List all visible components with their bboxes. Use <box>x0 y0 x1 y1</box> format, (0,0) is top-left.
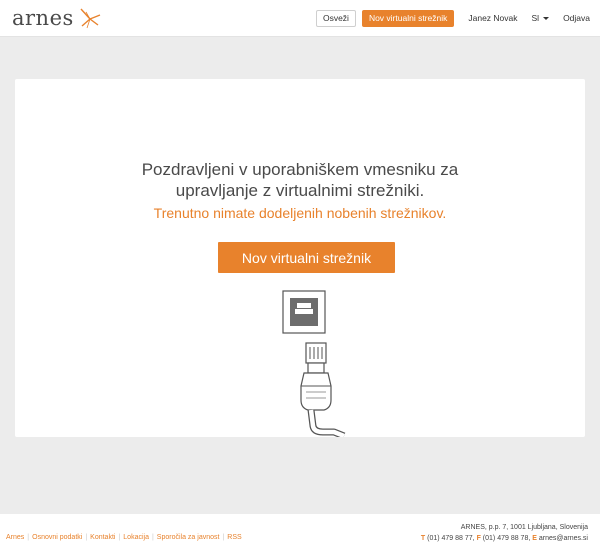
chevron-down-icon <box>543 16 550 20</box>
refresh-button[interactable]: Osveži <box>315 9 356 27</box>
divider: | <box>27 534 30 541</box>
divider: | <box>151 534 154 541</box>
welcome-line-2: upravljanje z virtualnimi strežniki. <box>175 181 425 200</box>
language-dropdown[interactable]: Sl <box>532 13 550 23</box>
no-servers-message: Trenutno nimate dodeljenih nobenih strež… <box>153 205 447 221</box>
footer-link-basic-info[interactable]: Osnovni podatki <box>32 534 82 541</box>
fax-label: F <box>476 535 481 542</box>
footer-link-press[interactable]: Sporočila za javnost <box>157 534 220 541</box>
footer-link-location[interactable]: Lokacija <box>123 534 149 541</box>
footer-link-rss[interactable]: RSS <box>227 534 241 541</box>
arnes-logo[interactable]: arnes <box>12 5 102 31</box>
logout-link[interactable]: Odjava <box>563 13 590 23</box>
email-label: E <box>532 535 537 542</box>
fax-number: (01) 479 88 78, <box>482 535 531 542</box>
top-navigation: Osveži Nov virtualni strežnik Janez Nova… <box>315 9 590 27</box>
welcome-heading: Pozdravljeni v uporabniškem vmesniku za … <box>15 159 585 201</box>
network-cable-icon <box>282 290 346 437</box>
phone-number: (01) 479 88 77, <box>427 535 475 542</box>
main-panel: Pozdravljeni v uporabniškem vmesniku za … <box>15 79 585 437</box>
footer-link-arnes[interactable]: Arnes <box>6 534 24 541</box>
new-server-top-button[interactable]: Nov virtualni strežnik <box>361 9 455 27</box>
welcome-line-1: Pozdravljeni v uporabniškem vmesniku za <box>141 160 459 179</box>
star-logo-icon <box>80 8 101 29</box>
footer-links: Arnes | Osnovni podatki | Kontakti | Lok… <box>6 534 242 541</box>
user-name-link[interactable]: Janez Novak <box>468 13 517 23</box>
divider: | <box>118 534 121 541</box>
address-text: ARNES, p.p. 7, 1001 Ljubljana, Slovenija <box>460 524 588 531</box>
footer-link-contacts[interactable]: Kontakti <box>90 534 115 541</box>
logo-text: arnes <box>12 6 74 30</box>
contact-line: T (01) 479 88 77, F (01) 479 88 78, E ar… <box>421 533 588 544</box>
footer: Arnes | Osnovni podatki | Kontakti | Lok… <box>0 514 600 553</box>
contact-info: ARNES, p.p. 7, 1001 Ljubljana, Slovenija… <box>421 522 588 544</box>
email-link[interactable]: arnes@arnes.si <box>539 535 588 542</box>
phone-label: T <box>420 535 426 542</box>
divider: | <box>222 534 225 541</box>
language-label: Sl <box>531 13 540 23</box>
new-server-button[interactable]: Nov virtualni strežnik <box>218 242 395 273</box>
top-bar: arnes Osveži Nov virtualni strežnik Jane… <box>0 0 600 37</box>
divider: | <box>85 534 88 541</box>
